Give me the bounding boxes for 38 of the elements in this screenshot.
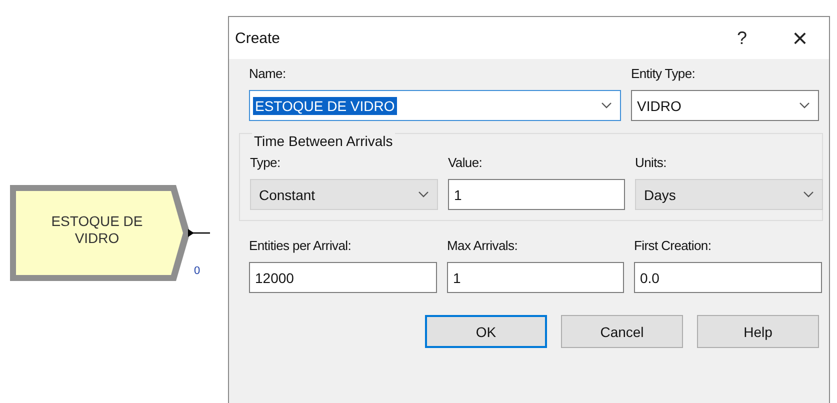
cancel-button[interactable]: Cancel <box>561 315 683 348</box>
field-value: 12000 <box>254 268 295 286</box>
field-value: 1 <box>453 186 463 204</box>
caret-icon <box>418 191 429 198</box>
help-button[interactable]: ? <box>713 18 771 58</box>
field-label: Value: <box>448 154 484 172</box>
field-label: Type: <box>250 154 282 172</box>
field-label: Entity Type: <box>631 65 696 83</box>
input-field[interactable]: 0.0 <box>634 262 822 293</box>
field-label: Max Arrivals: <box>447 237 519 255</box>
close-button[interactable]: × <box>771 18 829 58</box>
window-title: Create <box>235 30 280 46</box>
dropdown[interactable]: Days <box>635 179 823 210</box>
field-value: VIDRO <box>636 96 682 114</box>
field-label: First Creation: <box>634 237 712 255</box>
field-label: Name: <box>249 65 287 83</box>
field-label: Entities per Arrival: <box>249 237 352 255</box>
field-value: ESTOQUE DE VIDRO <box>253 96 397 114</box>
ok-button[interactable]: OK <box>425 315 547 348</box>
input-field[interactable]: 1 <box>447 262 624 293</box>
connector-line <box>188 229 210 237</box>
caret-icon <box>601 102 612 109</box>
caret-icon <box>803 191 814 198</box>
field-value: Constant <box>258 186 316 204</box>
caret-icon <box>799 102 810 109</box>
combo-box[interactable]: ESTOQUE DE VIDRO <box>249 90 621 121</box>
entity-count: 0 <box>194 265 200 277</box>
field-value: Days <box>643 186 677 204</box>
field-label: Units: <box>635 154 668 172</box>
field-value: 0.0 <box>639 268 660 286</box>
combo-box[interactable]: VIDRO <box>631 90 819 121</box>
input-field[interactable]: 12000 <box>249 262 437 293</box>
input-field[interactable]: 1 <box>448 179 625 210</box>
module-label: ESTOQUE DE VIDRO <box>50 213 144 247</box>
group-title: Time Between Arrivals <box>252 133 395 149</box>
field-value: 1 <box>452 268 462 286</box>
help-dialog-button[interactable]: Help <box>697 315 819 348</box>
dropdown[interactable]: Constant <box>250 179 438 210</box>
